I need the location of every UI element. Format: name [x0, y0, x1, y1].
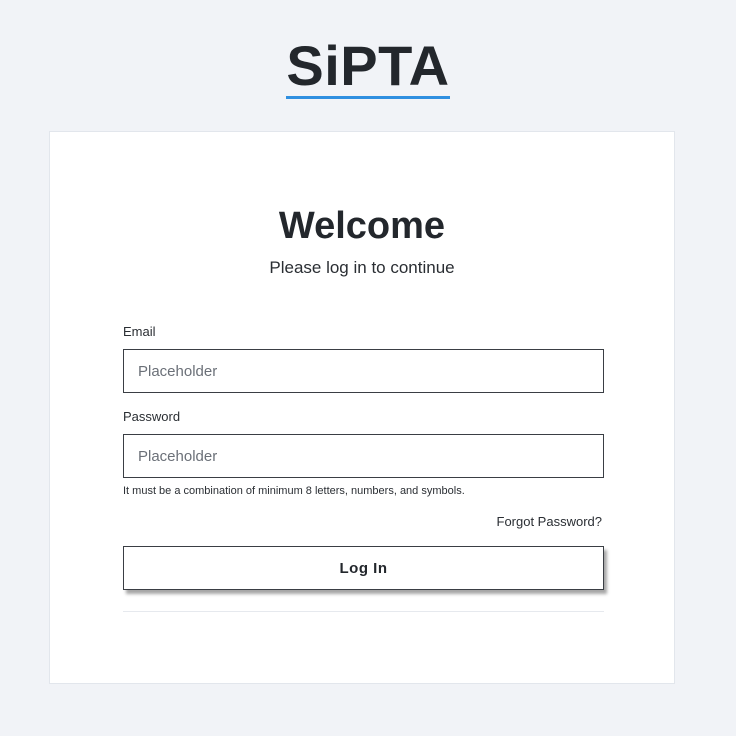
forgot-password-link[interactable]: Forgot Password? — [497, 514, 603, 530]
email-label: Email — [123, 324, 156, 339]
page-subtitle: Please log in to continue — [269, 258, 455, 277]
logo-text: SiPTA — [286, 34, 450, 99]
password-field[interactable] — [123, 434, 604, 478]
page-title: Welcome — [278, 205, 446, 247]
login-card: Welcome Please log in to continue Email … — [49, 131, 675, 684]
email-field[interactable] — [123, 349, 604, 393]
app-logo: SiPTA — [0, 36, 736, 99]
divider — [123, 611, 604, 612]
login-button[interactable]: Log In — [123, 546, 604, 590]
password-label: Password — [123, 409, 181, 424]
password-hint: It must be a combination of minimum 8 le… — [123, 485, 465, 497]
